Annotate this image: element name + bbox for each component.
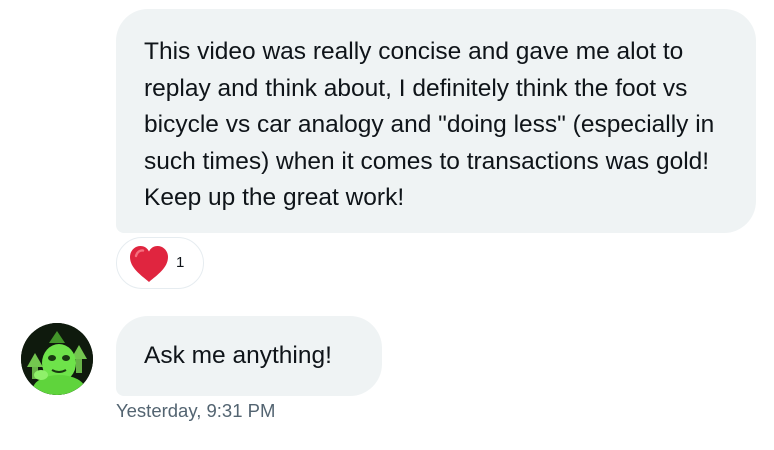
avatar[interactable]	[21, 323, 93, 395]
heart-icon	[130, 246, 168, 282]
avatar-image	[21, 323, 93, 395]
reaction-count: 1	[176, 254, 185, 271]
message-bubble-sent[interactable]: Ask me anything!	[116, 316, 382, 396]
reaction-pill[interactable]: 1	[116, 237, 204, 289]
message-bubble-received[interactable]: This video was really concise and gave m…	[116, 9, 756, 233]
message-timestamp: Yesterday, 9:31 PM	[116, 400, 276, 421]
